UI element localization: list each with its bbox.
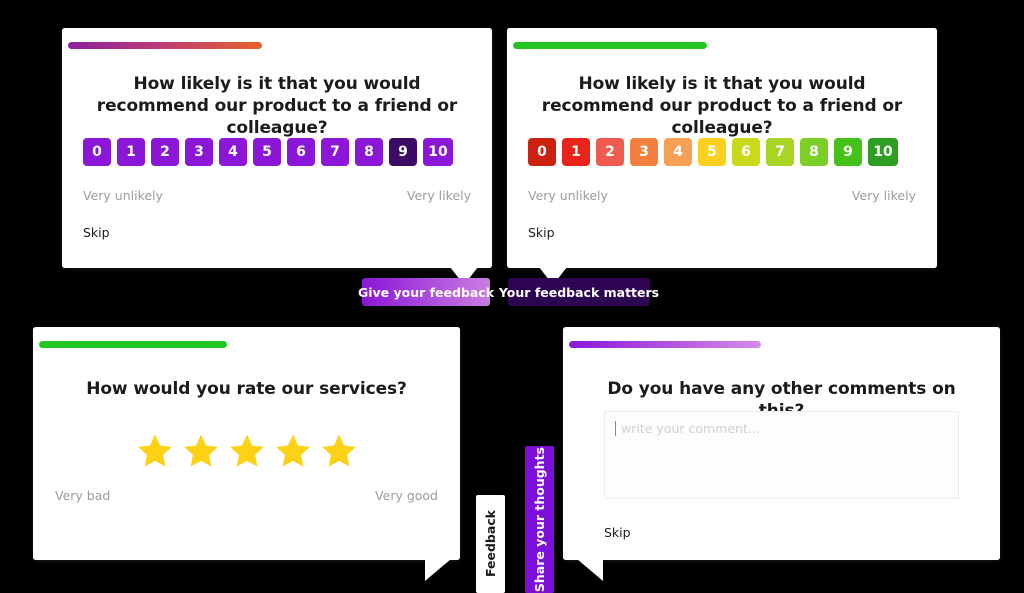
anchor-labels: Very unlikely Very likely xyxy=(528,188,916,203)
nps-option-5[interactable]: 5 xyxy=(253,138,281,166)
tab-share-your-thoughts-label: Share your thoughts xyxy=(532,446,547,593)
nps-option-6[interactable]: 6 xyxy=(732,138,760,166)
question-title: How would you rate our services? xyxy=(86,379,407,399)
progress-bar-fill xyxy=(513,42,707,49)
nps-option-4[interactable]: 4 xyxy=(664,138,692,166)
progress-bar-track xyxy=(507,42,937,49)
nps-colored-card: How likely is it that you would recommen… xyxy=(507,28,937,285)
star-icon-5[interactable] xyxy=(320,432,358,470)
nps-option-9[interactable]: 9 xyxy=(834,138,862,166)
tab-feedback-vertical[interactable]: Feedback xyxy=(476,495,505,593)
anchor-high-label: Very likely xyxy=(406,188,471,203)
nps-option-9-selected[interactable]: 9 xyxy=(389,138,417,166)
progress-bar-track xyxy=(563,341,1000,348)
comment-card: Do you have any other comments on this? … xyxy=(563,327,1000,581)
nps-purple-card: How likely is it that you would recommen… xyxy=(62,28,492,285)
nps-option-1[interactable]: 1 xyxy=(562,138,590,166)
anchor-labels: Very bad Very good xyxy=(55,488,438,503)
anchor-low-label: Very unlikely xyxy=(528,188,608,203)
nps-option-7[interactable]: 7 xyxy=(766,138,794,166)
progress-bar-fill xyxy=(569,341,762,348)
star-rating-control xyxy=(33,432,460,470)
comment-placeholder: write your comment... xyxy=(621,421,760,436)
nps-scale: 0 1 2 3 4 5 6 7 8 9 10 xyxy=(528,138,898,166)
star-rating-card: How would you rate our services? Very ba… xyxy=(33,327,460,581)
star-icon-3[interactable] xyxy=(228,432,266,470)
nps-option-7[interactable]: 7 xyxy=(321,138,349,166)
nps-option-2[interactable]: 2 xyxy=(596,138,624,166)
progress-bar-fill xyxy=(68,42,262,49)
progress-bar-track xyxy=(33,341,460,348)
nps-option-5[interactable]: 5 xyxy=(698,138,726,166)
tab-give-your-feedback[interactable]: Give your feedback xyxy=(358,278,494,306)
speech-bubble-tail xyxy=(425,559,451,581)
nps-option-8[interactable]: 8 xyxy=(355,138,383,166)
skip-link[interactable]: Skip xyxy=(83,225,110,240)
nps-option-6[interactable]: 6 xyxy=(287,138,315,166)
nps-scale: 0 1 2 3 4 5 6 7 8 9 10 xyxy=(83,138,453,166)
nps-option-3[interactable]: 3 xyxy=(630,138,658,166)
tab-share-your-thoughts-vertical[interactable]: Share your thoughts xyxy=(525,446,554,593)
nps-option-1[interactable]: 1 xyxy=(117,138,145,166)
anchor-labels: Very unlikely Very likely xyxy=(83,188,471,203)
question-title: How likely is it that you would recommen… xyxy=(541,74,903,138)
anchor-low-label: Very bad xyxy=(55,488,111,503)
nps-option-0-selected[interactable]: 0 xyxy=(528,138,556,166)
skip-link[interactable]: Skip xyxy=(604,525,631,540)
progress-bar-track xyxy=(62,42,492,49)
anchor-high-label: Very good xyxy=(375,488,438,503)
speech-bubble-tail xyxy=(577,559,603,581)
star-icon-2[interactable] xyxy=(182,432,220,470)
comment-input[interactable]: write your comment... xyxy=(604,411,959,499)
skip-link[interactable]: Skip xyxy=(528,225,555,240)
anchor-low-label: Very unlikely xyxy=(83,188,163,203)
tab-feedback-vertical-label: Feedback xyxy=(483,510,498,578)
nps-option-10[interactable]: 10 xyxy=(423,138,453,166)
nps-option-3[interactable]: 3 xyxy=(185,138,213,166)
progress-bar-fill xyxy=(39,341,227,348)
star-icon-4[interactable] xyxy=(274,432,312,470)
nps-option-4[interactable]: 4 xyxy=(219,138,247,166)
nps-option-8[interactable]: 8 xyxy=(800,138,828,166)
question-title: How likely is it that you would recommen… xyxy=(96,74,458,138)
nps-option-10[interactable]: 10 xyxy=(868,138,898,166)
star-icon-1[interactable] xyxy=(136,432,174,470)
text-caret xyxy=(615,421,616,436)
nps-option-2[interactable]: 2 xyxy=(151,138,179,166)
nps-option-0[interactable]: 0 xyxy=(83,138,111,166)
tab-your-feedback-matters[interactable]: Your feedback matters xyxy=(499,278,659,306)
screenshot-stage: How likely is it that you would recommen… xyxy=(0,0,1024,593)
anchor-high-label: Very likely xyxy=(851,188,916,203)
